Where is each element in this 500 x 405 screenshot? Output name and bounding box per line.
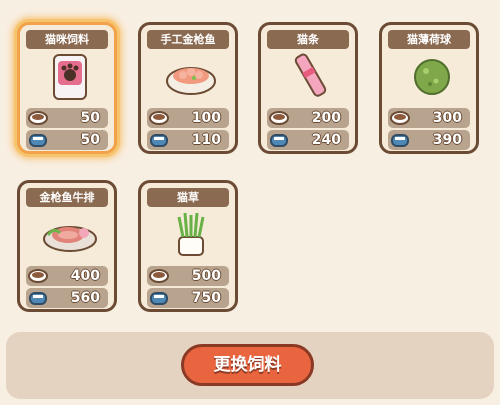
food-card-title: 猫薄荷球 [388,30,470,49]
food-card-title: 手工金枪鱼 [147,30,229,49]
tuna-can-icon [29,134,47,147]
food-cost-value: 100 [191,110,221,126]
cat-food-bowl-icon [28,269,48,283]
can-cost-value: 750 [191,290,221,306]
tuna-can-icon [150,134,168,147]
tuna-can-icon [391,134,409,147]
can-cost-value: 560 [70,290,100,306]
food-cost-row: 100 [147,108,229,128]
food-cost-value: 500 [191,268,221,284]
food-cost-row: 500 [147,266,229,286]
cat-treat-stick-icon [294,53,327,97]
food-card-title: 猫草 [147,188,229,207]
cat-food-bowl-icon [390,111,410,125]
can-cost-row: 50 [26,130,108,150]
food-cost-row: 400 [26,266,108,286]
food-cost-row: 50 [26,108,108,128]
tuna-bowl-icon [166,67,216,95]
can-cost-row: 240 [267,130,349,150]
food-cost-value: 400 [70,268,100,284]
can-cost-value: 110 [191,132,221,148]
cat-food-bowl-icon [149,111,169,125]
cat-food-bowl-icon [269,111,289,125]
tuna-can-icon [150,292,168,305]
food-cost-row: 300 [388,108,470,128]
cat-grass-pot-icon [177,212,205,256]
food-card-tuna-steak[interactable]: 金枪鱼牛排 400 560 [17,180,117,312]
cat-food-bowl-icon [149,269,169,283]
kibble-bag-icon [53,54,87,100]
catnip-ball-icon [414,59,450,95]
can-cost-value: 390 [432,132,462,148]
can-cost-value: 50 [80,132,100,148]
tuna-steak-plate-icon [43,226,97,252]
food-card-cat-kibble[interactable]: 猫咪饲料 50 50 [17,22,117,154]
tuna-can-icon [270,134,288,147]
food-cost-value: 300 [432,110,462,126]
can-cost-value: 240 [311,132,341,148]
food-card-catnip-ball[interactable]: 猫薄荷球 300 390 [379,22,479,154]
can-cost-row: 560 [26,288,108,308]
food-selection-panel: 猫咪饲料 50 50 手工金枪鱼 100 110 猫条 200 240 猫薄荷球… [0,0,500,405]
can-cost-row: 750 [147,288,229,308]
change-food-button[interactable]: 更换饲料 [181,344,314,386]
tuna-can-icon [29,292,47,305]
food-card-title: 金枪鱼牛排 [26,188,108,207]
cat-food-bowl-icon [28,111,48,125]
food-cost-row: 200 [267,108,349,128]
food-card-cat-stick[interactable]: 猫条 200 240 [258,22,358,154]
food-card-title: 猫咪饲料 [26,30,108,49]
food-cost-value: 50 [80,110,100,126]
can-cost-row: 390 [388,130,470,150]
food-card-cat-grass[interactable]: 猫草 500 750 [138,180,238,312]
food-card-handmade-tuna[interactable]: 手工金枪鱼 100 110 [138,22,238,154]
can-cost-row: 110 [147,130,229,150]
food-card-title: 猫条 [267,30,349,49]
food-cost-value: 200 [311,110,341,126]
